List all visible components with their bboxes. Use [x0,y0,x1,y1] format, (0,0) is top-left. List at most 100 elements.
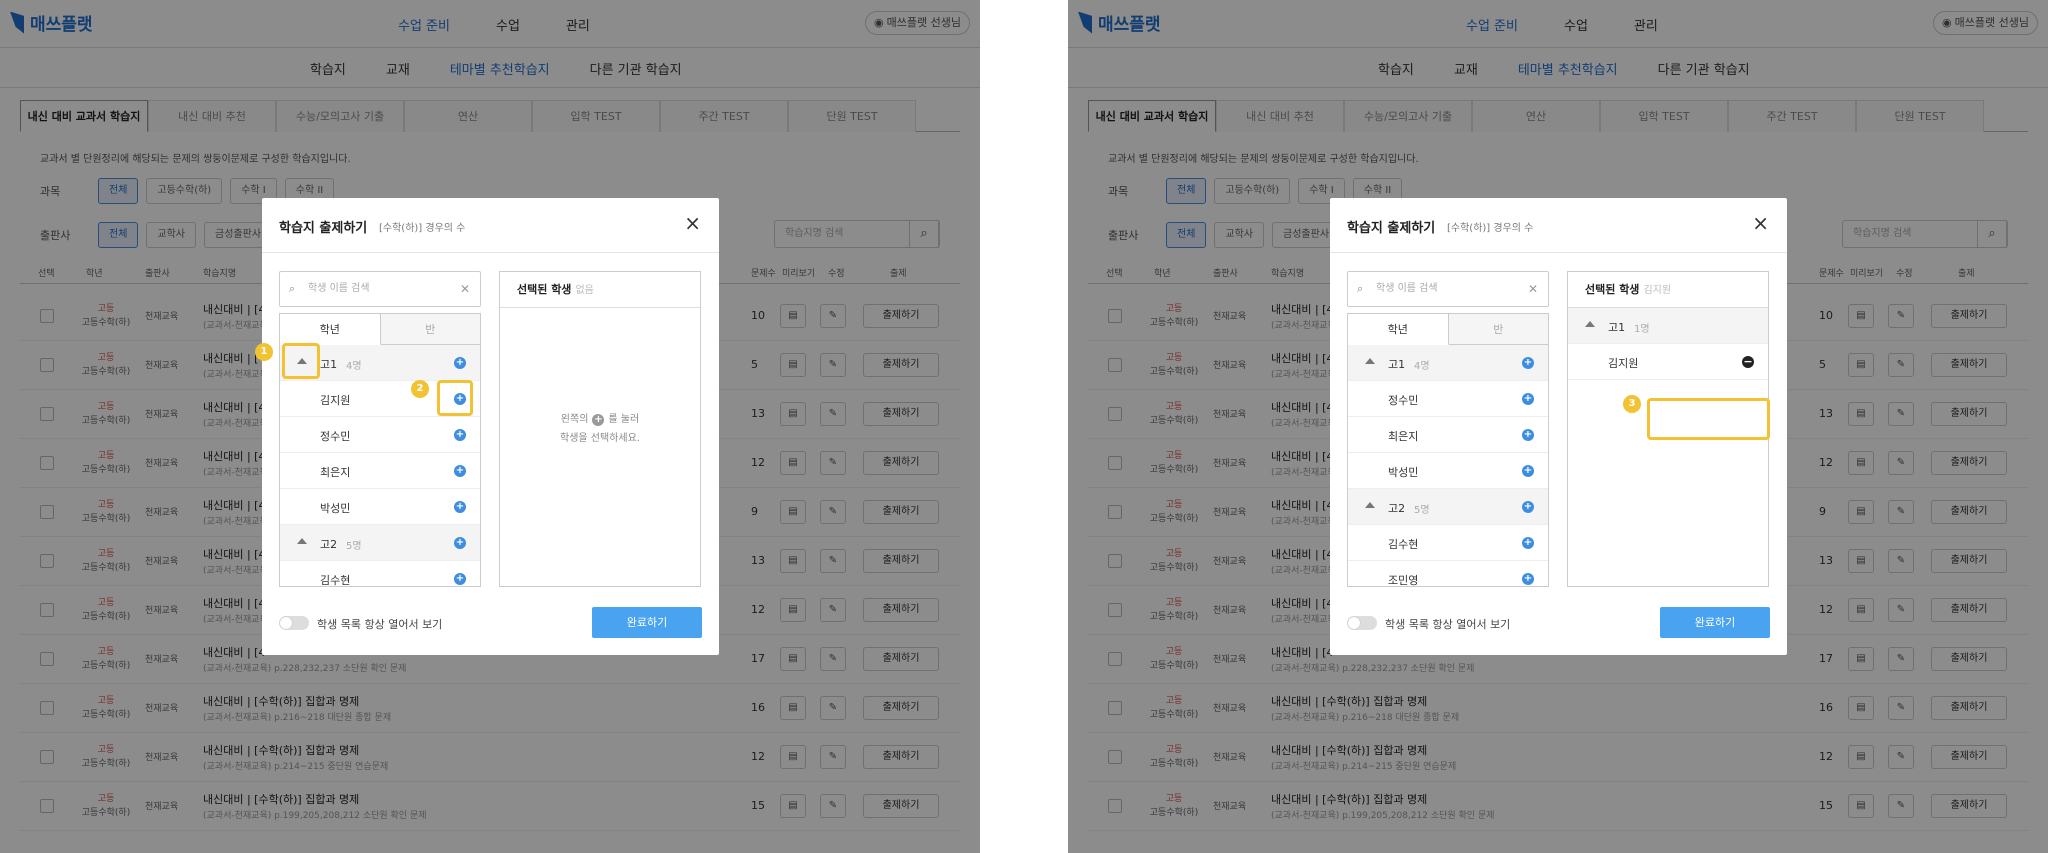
student-group-tabs: 학년 반 [279,313,481,345]
modal-title: 학습지 출제하기 [1347,221,1436,236]
student-list-panel: ⌕ 학생 이름 검색 ✕ 학년 반 고1 4명 + 김지원 + 정수민 + 최은지 + 박성민 + 고2 5명 + 김… [279,271,481,587]
add-circle-icon[interactable]: + [1522,537,1534,549]
modal-header: 학습지 출제하기 [수학(하)] 경우의 수 × [262,198,719,253]
student-name: 정수민 [320,430,351,443]
modal-header: 학습지 출제하기 [수학(하)] 경우의 수 × [1330,198,1787,253]
student-row: 최은지 + [280,453,480,489]
student-name: 최은지 [320,466,351,479]
student-name: 박성민 [320,502,351,515]
group-count: 4명 [1414,361,1430,372]
student-search-input[interactable]: ⌕ 학생 이름 검색 ✕ [1347,271,1549,307]
expand-up-icon[interactable] [297,538,307,544]
grade-group-row[interactable]: 고2 5명 + [280,525,480,561]
selected-students-panel: 선택된 학생 없음 왼쪽의 + 를 눌러 학생을 선택하세요. [499,271,701,587]
step-highlight [282,343,320,379]
screenshot-step-2: 매쓰플랫 수업 준비 수업 관리 ◉ 매쓰플랫 선생님 학습지 교재 테마별 추천학습지 다른 기… [1068,0,2048,853]
add-circle-icon[interactable]: + [1522,429,1534,441]
screenshot-step-1: 매쓰플랫 수업 준비 수업 관리 ◉ 매쓰플랫 선생님 학습지 교재 테마별 추천학습지 다른 기… [0,0,980,853]
done-button[interactable]: 완료하기 [1660,607,1770,638]
search-icon: ⌕ [289,282,296,295]
add-circle-icon[interactable]: + [1522,357,1534,369]
student-row: 김수현 + [1348,525,1548,561]
step-badge: 3 [1623,395,1641,413]
add-circle-icon[interactable]: + [454,501,466,513]
add-circle-icon[interactable]: + [1522,573,1534,585]
empty-text-1: 왼쪽의 [560,414,589,425]
selected-summary: 없음 [575,285,594,296]
step-badge: 1 [255,343,273,361]
add-circle-icon[interactable]: + [454,429,466,441]
clear-icon[interactable]: ✕ [460,272,470,306]
student-row: 정수민 + [1348,381,1548,417]
tab-grade[interactable]: 학년 [1348,314,1449,345]
add-circle-icon[interactable]: + [1522,393,1534,405]
student-row: 조민영 + [1348,561,1548,586]
toggle-knob [1348,617,1360,629]
modal-subtitle: [수학(하)] 경우의 수 [379,223,466,234]
add-circle-icon[interactable]: + [454,537,466,549]
expand-up-icon[interactable] [1365,502,1375,508]
student-search-input[interactable]: ⌕ 학생 이름 검색 ✕ [279,271,481,307]
group-name: 고2 [320,538,338,551]
empty-text-2: 를 눌러 [608,414,640,425]
student-list-panel: ⌕ 학생 이름 검색 ✕ 학년 반 고1 4명 + 정수민 + 최은지 + 박성민 + 고2 5명 + 김수현 + 조… [1347,271,1549,587]
step-badge: 2 [411,380,429,398]
group-name: 고2 [1388,502,1406,515]
student-row: 김수현 + [280,561,480,586]
student-name: 박성민 [1388,466,1419,479]
add-circle-icon[interactable]: + [454,357,466,369]
student-name: 최은지 [1388,430,1419,443]
grade-group-row[interactable]: 고2 5명 + [1348,489,1548,525]
clear-icon[interactable]: ✕ [1528,272,1538,306]
group-count: 5명 [1414,505,1430,516]
step-highlight [1647,398,1770,440]
tab-grade[interactable]: 학년 [280,314,381,345]
expand-up-icon[interactable] [1585,321,1595,327]
toggle-label: 학생 목록 항상 열어서 보기 [1385,618,1511,631]
modal-footer: 학생 목록 항상 열어서 보기 완료하기 [279,607,702,639]
group-name: 고1 [1608,321,1626,334]
tab-class[interactable]: 반 [380,314,480,345]
expand-up-icon[interactable] [1365,358,1375,364]
close-icon[interactable]: × [684,212,701,234]
student-name: 김수현 [1388,538,1419,551]
student-group-tabs: 학년 반 [1347,313,1549,345]
selected-header-label: 선택된 학생 [517,283,572,296]
add-circle-icon[interactable]: + [1522,465,1534,477]
group-name: 고1 [320,358,338,371]
student-row: 정수민 + [280,417,480,453]
selected-summary: 김지원 [1643,285,1672,296]
student-name: 김지원 [1608,357,1639,370]
list-open-toggle[interactable] [279,616,309,630]
add-circle-icon[interactable]: + [454,573,466,585]
tab-class[interactable]: 반 [1448,314,1548,345]
student-list: 고1 4명 + 정수민 + 최은지 + 박성민 + 고2 5명 + 김수현 + 조민영 + [1347,345,1549,587]
close-icon[interactable]: × [1752,212,1769,234]
add-circle-icon: + [592,414,605,426]
add-circle-icon[interactable]: + [454,465,466,477]
modal-footer: 학생 목록 항상 열어서 보기 완료하기 [1347,607,1770,639]
student-row: 박성민 + [1348,453,1548,489]
done-button[interactable]: 완료하기 [592,607,702,638]
toggle-label: 학생 목록 항상 열어서 보기 [317,618,443,631]
student-name: 김지원 [320,394,351,407]
grade-group-row[interactable]: 고1 4명 + [1348,345,1548,381]
selected-header: 선택된 학생 없음 [500,272,700,308]
selected-group-row[interactable]: 고1 1명 [1568,308,1768,344]
student-name: 정수민 [1388,394,1419,407]
add-circle-icon[interactable]: + [1522,501,1534,513]
modal-subtitle: [수학(하)] 경우의 수 [1447,223,1534,234]
selected-header-label: 선택된 학생 [1585,283,1640,296]
selected-header: 선택된 학생 김지원 [1568,272,1768,308]
student-search-placeholder: 학생 이름 검색 [308,283,370,294]
student-search-placeholder: 학생 이름 검색 [1376,283,1438,294]
toggle-knob [280,617,292,629]
student-row: 최은지 + [1348,417,1548,453]
assign-modal: 학습지 출제하기 [수학(하)] 경우의 수 × ⌕ 학생 이름 검색 ✕ 학년 반 고1 4명 +… [262,198,719,655]
remove-circle-icon[interactable]: − [1742,356,1754,368]
selected-student-row: 김지원 − [1568,344,1768,380]
search-icon: ⌕ [1357,282,1364,295]
list-open-toggle[interactable] [1347,616,1377,630]
group-count: 5명 [346,541,362,552]
step-highlight [437,380,473,416]
